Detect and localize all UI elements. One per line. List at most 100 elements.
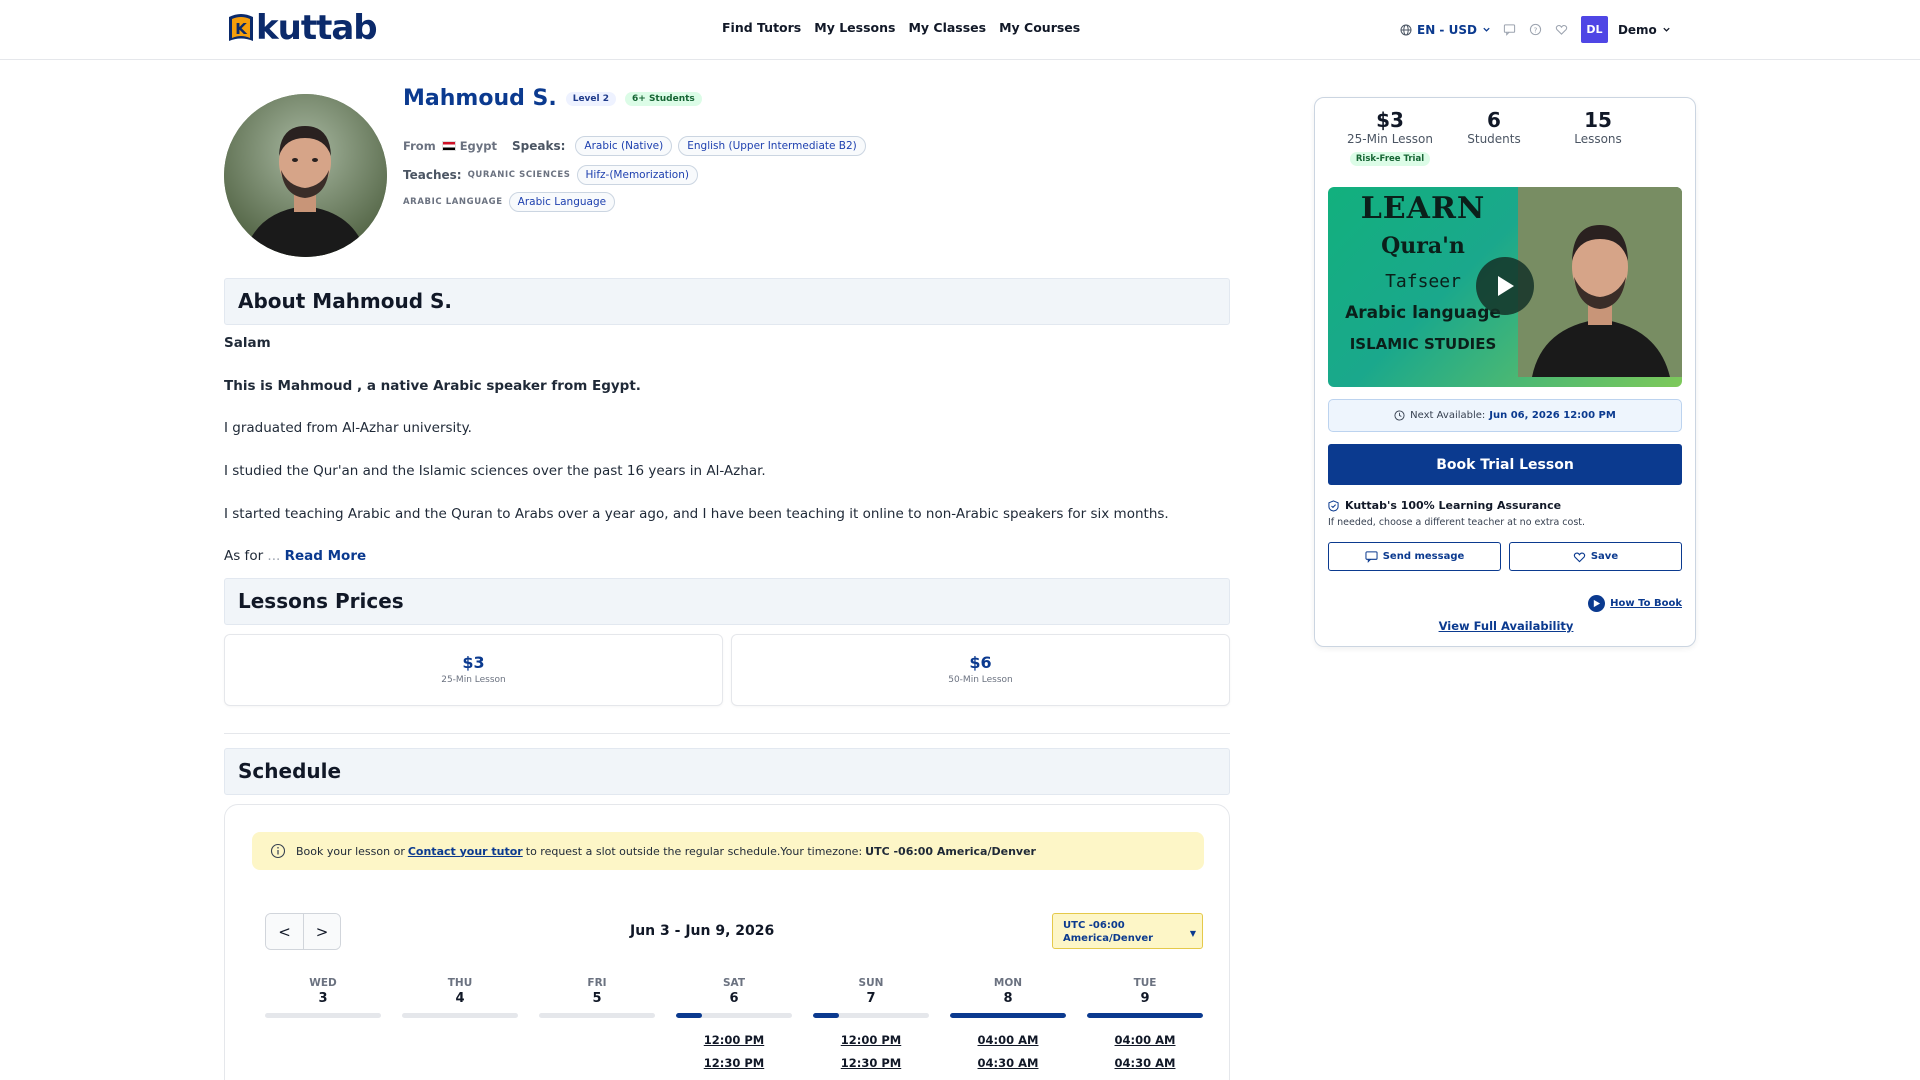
availability-bar [402, 1013, 518, 1018]
language-label: EN - USD [1417, 22, 1477, 37]
ellipsis: ... [267, 548, 281, 564]
day-number: 4 [455, 991, 465, 1006]
schedule-title: Schedule [238, 759, 342, 783]
message-icon [1365, 550, 1378, 563]
send-message-label: Send message [1382, 551, 1465, 562]
availability-fill [1087, 1013, 1203, 1018]
send-message-button[interactable]: Send message [1328, 542, 1501, 571]
help-icon[interactable]: ? [1529, 23, 1543, 37]
time-slot[interactable]: 12:30 PM [813, 1056, 929, 1070]
stat-lessons: 15 Lessons [1546, 108, 1650, 146]
about-paragraph: This is Mahmoud , a native Arabic speake… [224, 378, 641, 394]
prev-week-button[interactable]: < [266, 914, 303, 949]
availability-bar [950, 1013, 1066, 1018]
play-circle-icon [1588, 595, 1606, 612]
header-right: EN - USD ? DL Demo [1400, 16, 1671, 43]
next-week-button[interactable]: > [303, 914, 340, 949]
section-divider [224, 733, 1230, 734]
play-button-icon[interactable] [1476, 257, 1534, 315]
time-slot[interactable]: 12:30 PM [676, 1056, 792, 1070]
day-number: 3 [318, 991, 328, 1006]
nav-my-lessons[interactable]: My Lessons [814, 20, 895, 35]
origin-languages-row: From Egypt Speaks: Arabic (Native) Engli… [403, 136, 866, 156]
time-slot[interactable]: 04:00 AM [950, 1033, 1066, 1047]
svg-text:K: K [235, 20, 248, 38]
level-badge: Level 2 [565, 91, 617, 106]
day-column-wed: WED 3 [265, 977, 381, 1018]
day-column-sun: SUN 7 12:00 PM 12:30 PM [813, 977, 929, 1070]
tutor-photo [224, 94, 387, 257]
week-range: Jun 3 - Jun 9, 2026 [630, 923, 775, 939]
about-paragraph: I studied the Qur'an and the Islamic sci… [224, 463, 766, 479]
day-number: 5 [592, 991, 602, 1006]
timezone-offset: UTC -06:00 [1063, 920, 1125, 931]
availability-bar [1087, 1013, 1203, 1018]
stat-value: $3 [1376, 108, 1404, 132]
day-column-tue: TUE 9 04:00 AM 04:30 AM [1087, 977, 1203, 1070]
user-name-label: Demo [1617, 22, 1657, 37]
timezone-select[interactable]: UTC -06:00 America/Denver ▼ [1052, 913, 1203, 949]
time-slot[interactable]: 04:00 AM [1087, 1033, 1203, 1047]
notice-timezone: UTC -06:00 America/Denver [865, 844, 1036, 858]
kuttab-logo[interactable]: K kuttab [226, 11, 378, 45]
stat-label: 25-Min Lesson [1346, 132, 1433, 146]
video-caption: LEARN [1360, 191, 1486, 226]
about-truncated: As for ... Read More [224, 548, 366, 564]
video-caption: Qura'n [1381, 233, 1465, 259]
contact-tutor-link[interactable]: Contact your tutor [408, 845, 523, 858]
from-label: From [403, 139, 436, 153]
stat-price: $3 25-Min Lesson Risk-Free Trial [1338, 108, 1442, 166]
logo-book-icon: K [226, 11, 256, 45]
day-column-mon: MON 8 04:00 AM 04:30 AM [950, 977, 1066, 1070]
stat-value: 6 [1487, 108, 1501, 132]
availability-bar [676, 1013, 792, 1018]
shield-check-icon [1328, 499, 1339, 512]
chat-icon[interactable] [1503, 23, 1517, 37]
time-slot[interactable]: 04:30 AM [1087, 1056, 1203, 1070]
teaches-row-2: ARABIC LANGUAGE Arabic Language [403, 192, 616, 212]
user-menu[interactable]: Demo [1618, 23, 1671, 37]
intro-video[interactable]: LEARN Qura'n Tafseer Arabic language ISL… [1328, 187, 1682, 387]
availability-bar [813, 1013, 929, 1018]
how-to-book-link[interactable]: How To Book [1588, 595, 1682, 612]
subject-tag[interactable]: Hifz-(Memorization) [576, 165, 698, 185]
subject-tag[interactable]: Arabic Language [508, 192, 616, 212]
nav-my-courses[interactable]: My Courses [999, 20, 1080, 35]
nav-find-tutors[interactable]: Find Tutors [722, 20, 801, 35]
main-nav: Find Tutors My Lessons My Classes My Cou… [722, 20, 1080, 35]
notice-text-pre: Book your lesson or [296, 844, 405, 858]
subject-category: QURANIC SCIENCES [467, 170, 571, 180]
heart-icon[interactable] [1555, 23, 1569, 37]
time-slot[interactable]: 12:00 PM [813, 1033, 929, 1047]
availability-bar [265, 1013, 381, 1018]
next-available-banner: Next Available: Jun 06, 2026 12:00 PM [1328, 399, 1682, 432]
students-badge: 6+ Students [625, 91, 702, 106]
time-slot[interactable]: 12:00 PM [676, 1033, 792, 1047]
stat-value: 15 [1584, 108, 1612, 132]
top-header: K kuttab Find Tutors My Lessons My Class… [0, 0, 1920, 60]
how-to-book-label: How To Book [1610, 598, 1682, 609]
day-number: 7 [866, 991, 876, 1006]
language-currency-selector[interactable]: EN - USD [1400, 23, 1491, 37]
tutor-name-row: Mahmoud S. Level 2 6+ Students [403, 86, 702, 111]
price-card-25min[interactable]: $3 25-Min Lesson [224, 634, 723, 706]
day-name: WED [309, 977, 337, 989]
read-more-link[interactable]: Read More [285, 548, 367, 564]
assurance-title-row: Kuttab's 100% Learning Assurance [1328, 499, 1561, 512]
globe-icon [1400, 24, 1412, 35]
day-name: SAT [722, 977, 746, 989]
price-card-50min[interactable]: $6 50-Min Lesson [731, 634, 1230, 706]
book-trial-button[interactable]: Book Trial Lesson [1328, 444, 1682, 485]
info-icon [270, 843, 286, 859]
schedule-section-header: Schedule [224, 748, 1230, 795]
save-button[interactable]: Save [1509, 542, 1682, 571]
dropdown-caret-icon: ▼ [1189, 929, 1196, 938]
schedule-notice: Book your lesson or Contact your tutor t… [252, 832, 1204, 870]
view-full-availability-link[interactable]: View Full Availability [1315, 619, 1697, 633]
user-avatar[interactable]: DL [1580, 16, 1608, 43]
availability-fill [813, 1013, 839, 1018]
price-duration: 25-Min Lesson [441, 675, 506, 685]
time-slot[interactable]: 04:30 AM [950, 1056, 1066, 1070]
nav-my-classes[interactable]: My Classes [908, 20, 986, 35]
stat-label: Students [1467, 132, 1521, 146]
